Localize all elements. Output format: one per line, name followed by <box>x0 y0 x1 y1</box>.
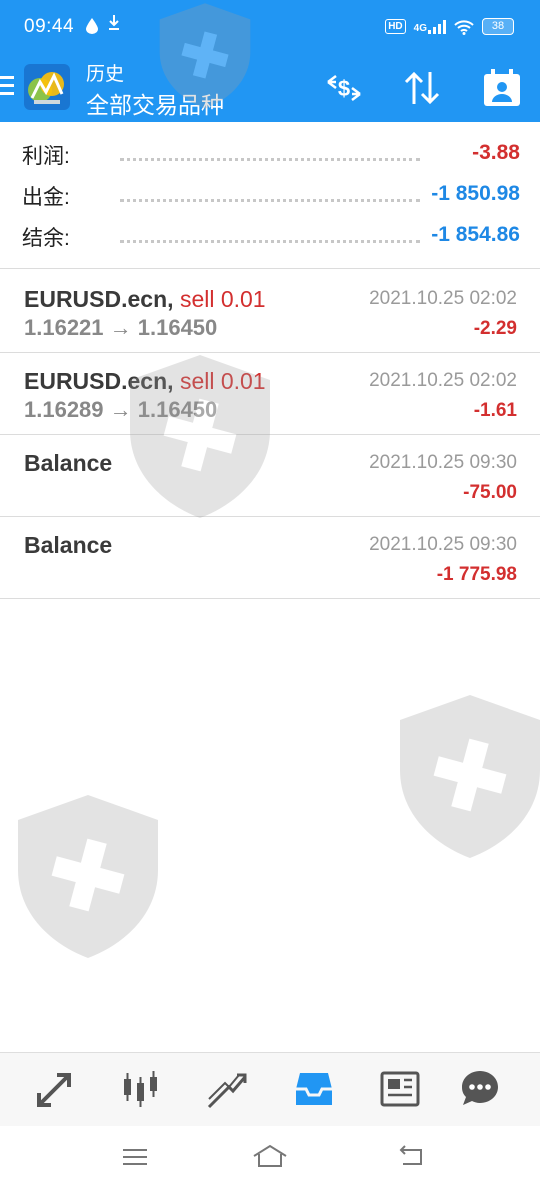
history-icon[interactable] <box>292 1067 336 1111</box>
summary-row-profit: 利润: -3.88 <box>22 134 520 174</box>
symbol-text: EURUSD.ecn, <box>24 286 174 312</box>
download-icon <box>109 15 119 30</box>
exchange-dollar-icon[interactable]: $ <box>322 66 366 110</box>
item-prices: 1.16289 → 1.16450 <box>24 397 218 422</box>
signal-icon: 4G <box>413 19 446 34</box>
menu-icon[interactable] <box>117 1140 153 1174</box>
item-symbol: Balance <box>24 532 113 558</box>
trade-icon[interactable] <box>205 1067 249 1111</box>
hd-badge: HD <box>385 19 406 34</box>
back-icon[interactable] <box>393 1140 429 1174</box>
screen-title[interactable]: 全部交易品种 <box>86 86 224 120</box>
item-symbol: EURUSD.ecn, sell 0.01 <box>24 286 266 313</box>
summary-row-withdrawal: 出金: -1 850.98 <box>22 175 520 215</box>
item-prices: 1.16221 → 1.16450 <box>24 315 218 340</box>
summary-panel: 利润: -3.88 出金: -1 850.98 结余: -1 854.86 <box>0 122 540 268</box>
history-item[interactable]: EURUSD.ecn, sell 0.01 1.16221 → 1.16450 … <box>0 270 540 352</box>
history-item[interactable]: EURUSD.ecn, sell 0.01 1.16289 → 1.16450 … <box>0 352 540 434</box>
status-time: 09:44 <box>24 16 75 37</box>
item-profit: -2.29 <box>473 318 517 339</box>
divider <box>0 598 540 599</box>
symbol-text: EURUSD.ecn, <box>24 368 174 394</box>
wifi-icon <box>454 19 474 35</box>
system-navigation <box>0 1126 540 1188</box>
drop-icon <box>86 18 98 34</box>
quotes-icon[interactable] <box>33 1067 77 1111</box>
metatrader-logo <box>24 64 70 110</box>
item-time: 2021.10.25 09:30 <box>369 452 517 473</box>
deal-type: sell 0.01 <box>179 368 266 394</box>
item-symbol: Balance <box>24 450 113 476</box>
item-profit: -1 775.98 <box>436 564 517 585</box>
app-bar: 历史 全部交易品种 $ <box>0 56 540 122</box>
news-icon[interactable] <box>378 1067 422 1111</box>
deal-type: sell 0.01 <box>179 286 266 312</box>
chat-icon[interactable] <box>458 1067 502 1111</box>
svg-text:$: $ <box>338 76 350 101</box>
summary-label: 出金: <box>22 186 70 209</box>
calendar-person-icon[interactable] <box>480 66 524 110</box>
item-profit: -1.61 <box>473 400 517 421</box>
dotted-leader <box>120 240 420 243</box>
item-time: 2021.10.25 02:02 <box>369 288 517 309</box>
summary-label: 结余: <box>22 227 70 250</box>
history-item[interactable]: Balance 2021.10.25 09:30 -75.00 <box>0 434 540 516</box>
item-profit: -75.00 <box>463 482 517 503</box>
divider <box>0 268 540 269</box>
item-symbol: EURUSD.ecn, sell 0.01 <box>24 368 266 395</box>
item-time: 2021.10.25 02:02 <box>369 370 517 391</box>
screen-subtitle: 历史 <box>86 64 125 85</box>
dotted-leader <box>120 199 420 202</box>
dotted-leader <box>120 158 420 161</box>
sort-icon[interactable] <box>400 66 444 110</box>
summary-row-balance: 结余: -1 854.86 <box>22 216 520 256</box>
chart-icon[interactable] <box>118 1067 162 1111</box>
battery-icon: 38 <box>482 18 514 35</box>
bottom-navigation <box>0 1052 540 1127</box>
watermark-shield-icon <box>18 795 158 958</box>
network-type: 4G <box>413 22 427 34</box>
menu-icon[interactable] <box>0 76 14 98</box>
summary-label: 利润: <box>22 145 70 168</box>
history-item[interactable]: Balance 2021.10.25 09:30 -1 775.98 <box>0 516 540 598</box>
item-time: 2021.10.25 09:30 <box>369 534 517 555</box>
summary-value: -3.88 <box>472 141 520 164</box>
home-icon[interactable] <box>252 1140 288 1174</box>
summary-value: -1 854.86 <box>431 223 520 246</box>
summary-value: -1 850.98 <box>431 182 520 205</box>
watermark-shield-icon <box>400 695 540 858</box>
status-bar: 09:44 HD 4G 38 <box>0 0 540 56</box>
